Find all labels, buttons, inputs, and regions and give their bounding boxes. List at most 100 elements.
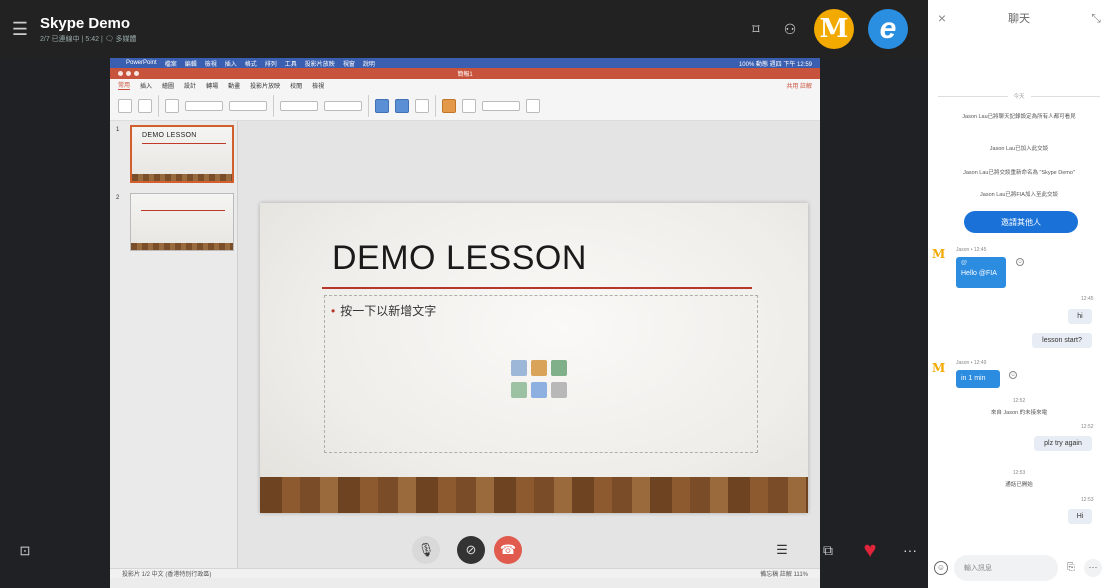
ribbon-separator [435,94,436,117]
shared-screen: PowerPoint 檔案 編輯 檢視 插入 格式 排列 工具 投影片放映 視窗… [110,58,820,588]
insert-table-icon [511,360,527,376]
chat-compose-bar: ☺ ⎘ ··· [928,548,1110,588]
chat-more-icon[interactable]: ··· [1084,559,1102,577]
insert-chart-icon [531,360,547,376]
insert-content-icons [511,360,571,400]
bullet-text: 按一下以新增文字 [340,304,437,318]
chat-toggle-button[interactable]: ☰ [768,536,796,564]
slide-thumb-rule [142,143,226,144]
menubar-item: 格式 [244,61,257,68]
menubar-item: 說明 [362,61,375,68]
more-options-button[interactable]: ··· [896,536,924,564]
ribbon-separator [368,94,369,117]
participant-avatar-jason[interactable]: M [814,9,854,49]
slide-thumb-number: 2 [116,195,120,201]
ppt-tab: 投影片放映 [250,83,281,90]
ppt-share-comment: 共用 註解 [786,83,812,90]
ribbon-separator [158,94,159,117]
slide-thumbnail-pane: 1 DEMO LESSON 2 [110,121,238,578]
emoji-icon[interactable]: ☺ [934,561,948,575]
ppt-document-title: 簡報1 [457,72,473,78]
picture-icon [375,98,389,113]
shape-fill-icon [482,100,520,111]
system-message: Jason Lau已將聊天記錄設定為所有人都可看見 [962,114,1076,120]
arrange-icon [442,98,456,113]
message-bubble-incoming[interactable]: in 1 min [956,370,1000,388]
insert-video-icon [551,381,567,398]
ppt-titlebar: 簡報1 [110,68,820,79]
video-toggle-button[interactable]: ⊘ [457,536,485,564]
menu-icon[interactable]: ☰ [0,0,40,58]
mute-button[interactable]: 🎙 [412,536,440,564]
divider-line [1030,95,1101,97]
ppt-tab: 動畫 [228,83,241,90]
slide-thumbnail-1: DEMO LESSON [130,125,234,183]
mac-menubar: PowerPoint 檔案 編輯 檢視 插入 格式 排列 工具 投影片放映 視窗… [110,58,820,68]
menubar-item: 編輯 [184,61,197,68]
message-bubble-incoming[interactable]: @ Hello @FIA [956,257,1006,288]
slide-title-rule [322,287,752,289]
ribbon-separator [273,94,274,117]
slide-thumb-rule [141,210,225,211]
call-stage: ☰ Skype Demo 2/7 已連線中 | 5:42 | 🗨 多媒體 ⌑ ⚇… [0,0,928,588]
mention-symbol: @ [961,260,968,266]
message-timestamp: 12:53 [1081,497,1094,503]
end-call-button[interactable]: ☎ [494,536,522,564]
align-icon [324,100,362,111]
call-subtitle: 2/7 已連線中 | 5:42 | 🗨 多媒體 [40,35,137,43]
ppt-workspace: 1 DEMO LESSON 2 DEMO LESSON • 按一下以新增文字 投… [110,121,820,578]
reaction-icon[interactable]: ☺ [1016,258,1024,266]
reaction-icon[interactable]: ☺ [1009,371,1017,379]
day-label: 今天 [1013,94,1025,100]
slide-thumb-floor [131,243,233,250]
ppt-tab: 設計 [184,83,197,90]
system-message: Jason Lau已將交談重新命名為 "Skype Demo" [963,170,1075,176]
participant-avatar-fia[interactable]: e [868,9,908,49]
chat-title: 聊天 [1008,13,1030,25]
attach-icon[interactable]: ⎘ [1064,561,1078,575]
expand-icon[interactable]: ⤡ [1082,11,1110,26]
chat-panel: × 聊天 ⤡ 今天 Jason Lau已將聊天記錄設定為所有人都可看見 Jaso… [928,0,1110,588]
menubar-clock: 100% 動態 週四 下午 12:59 [738,61,812,68]
message-input[interactable] [954,555,1058,581]
window-max-dot [134,71,139,76]
menubar-item: 插入 [224,61,237,68]
call-title-group: Skype Demo 2/7 已連線中 | 5:42 | 🗨 多媒體 [40,15,137,44]
day-divider: 今天 [938,92,1101,100]
menubar-item: 投影片放映 [304,61,335,68]
menubar-item: PowerPoint [126,60,157,66]
slide-bullet: • 按一下以新增文字 [331,302,436,319]
message-bubble-outgoing[interactable]: Hi [1068,509,1092,524]
window-min-dot [126,71,131,76]
message-timestamp: 12:53 [1012,470,1026,476]
share-screen-button[interactable]: ⧉ [818,540,838,560]
ppt-ribbon-tabs: 常用 插入 繪圖 設計 轉場 動畫 投影片放映 校閱 檢視 共用 註解 [110,79,820,91]
invite-others-button[interactable]: 邀請其他人 [964,211,1078,233]
ppt-tab: 繪圖 [162,83,175,90]
add-participant-icon[interactable]: ⚇ [780,21,800,38]
snapshot-button[interactable]: ⊡ [14,540,36,562]
message-text: Hello @FIA [961,270,997,277]
hang-up-icon: ☎ [499,542,517,557]
slide-thumb-title: DEMO LESSON [142,132,197,139]
layout-icon[interactable]: ⌑ [746,21,766,38]
ppt-status-bar: 投影片 1/2 中文 (香港特別行政區) 備忘稿 註解 111% [110,568,820,578]
message-bubble-outgoing[interactable]: plz try again [1034,436,1092,451]
more-icon: ··· [903,542,917,558]
ppt-status-right: 備忘稿 註解 111% [760,572,808,578]
font-box-icon [185,100,223,111]
close-icon[interactable]: × [928,10,956,26]
menubar-item: 工具 [284,61,297,68]
slide-title: DEMO LESSON [332,239,587,277]
call-header: ☰ Skype Demo 2/7 已連線中 | 5:42 | 🗨 多媒體 ⌑ ⚇… [0,0,928,58]
message-bubble-outgoing[interactable]: lesson start? [1032,333,1092,348]
sender-avatar-icon: M [932,361,946,375]
react-button[interactable]: ♥ [856,536,884,564]
call-started-notice: 通話已開始 [1005,482,1033,488]
menubar-item: 排列 [264,61,277,68]
paragraph-icon [280,100,318,111]
header-actions: ⌑ ⚇ M e [746,8,908,50]
message-bubble-outgoing[interactable]: hi [1068,309,1092,324]
microphone-icon: 🎙 [417,542,435,557]
slide-wood-floor [260,477,808,513]
